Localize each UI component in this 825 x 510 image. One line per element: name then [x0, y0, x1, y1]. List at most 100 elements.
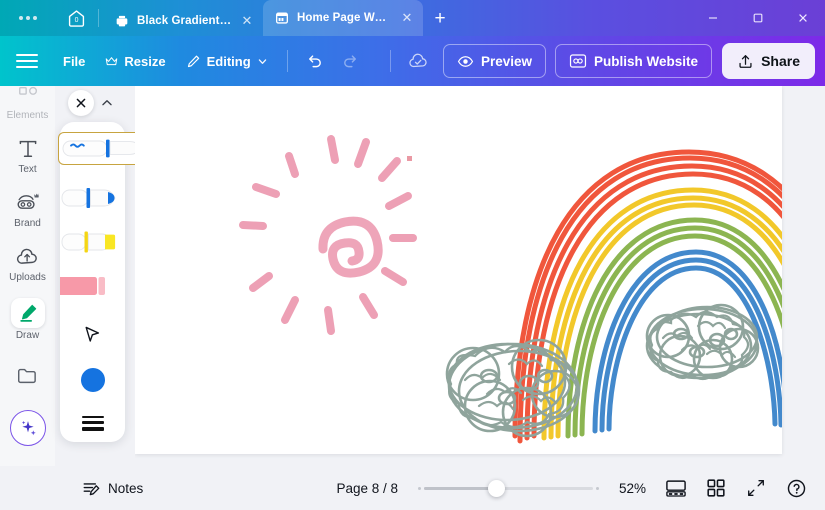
title-bar: 0 Black Gradient Ele... ✕ Home Page We: [0, 0, 825, 36]
draw-tool-highlighter[interactable]: [60, 221, 125, 265]
page-artwork: [239, 135, 825, 444]
zoom-slider-fill: [424, 486, 496, 490]
draw-tool-marker[interactable]: [60, 177, 125, 221]
expand-arrows-icon[interactable]: [739, 472, 773, 504]
sidebar-label-text: Text: [18, 164, 37, 175]
pencil-icon: [187, 55, 199, 67]
draw-tools-panel: [58, 122, 156, 442]
brand-icon: [15, 190, 41, 216]
color-swatch-icon: [80, 368, 105, 392]
browser-window-icon: [276, 12, 288, 24]
draw-pen-icon: [10, 298, 45, 328]
draw-panel-header: [60, 86, 125, 120]
share-button[interactable]: Share: [722, 43, 815, 79]
help-question-icon[interactable]: [779, 472, 813, 504]
draw-tool-pen[interactable]: [60, 132, 151, 176]
share-label: Share: [761, 53, 800, 69]
editing-mode-button[interactable]: Editing: [177, 46, 277, 76]
preview-button[interactable]: Preview: [443, 44, 547, 78]
undo-icon[interactable]: [298, 46, 332, 76]
draw-tool-cursor[interactable]: [60, 316, 125, 352]
sidebar-label-uploads: Uploads: [9, 272, 46, 283]
presentation-icon: [116, 15, 128, 27]
presenter-view-icon[interactable]: [659, 472, 693, 504]
magic-sparkle-icon[interactable]: [9, 410, 46, 446]
text-icon: [15, 136, 41, 162]
titlebar-divider: [98, 9, 99, 27]
zoom-level-label: 52%: [619, 480, 647, 496]
redo-icon[interactable]: [334, 46, 368, 76]
maximize-button[interactable]: [735, 0, 780, 36]
toolbar-divider-2: [390, 50, 391, 72]
more-dots-icon[interactable]: [0, 0, 56, 36]
line-thickness-icon: [81, 415, 104, 431]
rainbow-arc-green: [565, 217, 814, 439]
window-controls: [690, 0, 825, 36]
cloud-right-doodle: [645, 303, 760, 381]
page-indicator: Page 8 / 8: [336, 480, 398, 496]
sidebar-item-elements[interactable]: Elements: [0, 86, 55, 128]
canvas-area[interactable]: [135, 86, 825, 466]
close-icon[interactable]: ✕: [399, 10, 415, 26]
zoom-slider-min-dot: [418, 486, 421, 490]
canva-editor-window: 0 Black Gradient Ele... ✕ Home Page We: [0, 0, 825, 510]
tab-title: Home Page Websit...: [297, 12, 392, 24]
sidebar-item-text[interactable]: Text: [0, 128, 55, 182]
cloud-saved-icon[interactable]: [401, 46, 435, 76]
upload-icon: [739, 54, 752, 68]
projects-folder-icon: [15, 362, 41, 388]
close-button[interactable]: [780, 0, 825, 36]
zoom-slider-handle[interactable]: [488, 479, 505, 497]
grid-view-icon[interactable]: [699, 472, 733, 504]
bottom-bar: Notes Page 8 / 8 52%: [0, 466, 825, 510]
notes-label: Notes: [108, 480, 144, 496]
main-toolbar: File Resize Editing Preview Publish Webs…: [0, 36, 825, 86]
chevron-up-icon[interactable]: [96, 92, 118, 114]
resize-label: Resize: [124, 53, 166, 69]
upload-cloud-icon: [15, 244, 41, 270]
tiny-mark-doodle: [407, 156, 412, 161]
resize-button[interactable]: Resize: [96, 46, 174, 76]
sidebar-label-brand: Brand: [14, 218, 41, 229]
hamburger-menu-icon[interactable]: [12, 46, 42, 76]
file-label: File: [63, 53, 86, 69]
crown-icon: [106, 56, 118, 65]
sidebar-item-projects[interactable]: [0, 348, 55, 396]
minimize-button[interactable]: [690, 0, 735, 36]
close-icon[interactable]: ✕: [239, 13, 255, 29]
draw-tool-eraser[interactable]: [60, 265, 125, 309]
draw-thickness-button[interactable]: [60, 408, 125, 438]
preview-label: Preview: [481, 53, 533, 69]
toolbar-divider: [286, 50, 288, 72]
editing-label: Editing: [206, 53, 251, 69]
shapes-icon: [15, 86, 41, 108]
new-tab-button[interactable]: +: [423, 0, 457, 36]
zoom-slider[interactable]: [416, 479, 601, 497]
home-icon[interactable]: 0: [56, 0, 96, 36]
monitor-icon: [569, 54, 587, 68]
rainbow-doodle: [512, 149, 825, 444]
sidebar-item-uploads[interactable]: Uploads: [0, 236, 55, 290]
sidebar-label-draw: Draw: [15, 330, 40, 341]
file-menu-button[interactable]: File: [54, 46, 94, 76]
sidebar-item-draw[interactable]: Draw: [0, 290, 55, 348]
draw-color-swatch[interactable]: [60, 362, 125, 398]
zoom-slider-max-dot: [596, 486, 599, 490]
publish-website-button[interactable]: Publish Website: [555, 44, 713, 78]
sun-doodle: [239, 135, 417, 335]
design-page[interactable]: [135, 86, 825, 454]
eye-icon: [457, 55, 474, 67]
notes-button[interactable]: Notes: [72, 473, 153, 504]
sidebar-label-elements: Elements: [6, 110, 49, 121]
left-sidebar: Elements Text Brand Uploads Draw: [0, 86, 55, 510]
chevron-down-icon: [258, 58, 266, 64]
svg-text:0: 0: [74, 17, 78, 24]
browser-tab-1[interactable]: Black Gradient Ele... ✕: [103, 6, 263, 36]
close-icon[interactable]: [67, 90, 94, 116]
publish-label: Publish Website: [594, 53, 699, 69]
browser-tab-2[interactable]: Home Page Websit... ✕: [263, 0, 423, 36]
notes-pencil-icon: [83, 482, 100, 495]
tab-title: Black Gradient Ele...: [137, 15, 232, 27]
cursor-arrow-icon: [85, 326, 100, 342]
sidebar-item-brand[interactable]: Brand: [0, 182, 55, 236]
